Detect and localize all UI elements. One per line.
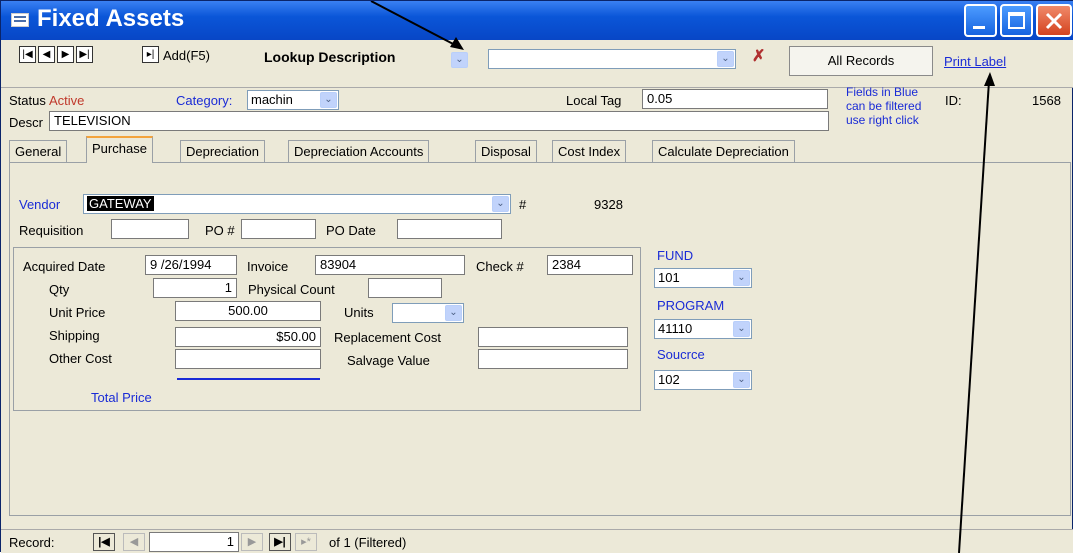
annotation-arrows	[370, 1, 995, 553]
tab-purchase[interactable]: Purchase	[86, 136, 153, 163]
fixed-assets-window: Fixed Assets |◀ ◀ ▶ ▶| ▸| Add(F5) Lookup…	[0, 0, 1073, 553]
